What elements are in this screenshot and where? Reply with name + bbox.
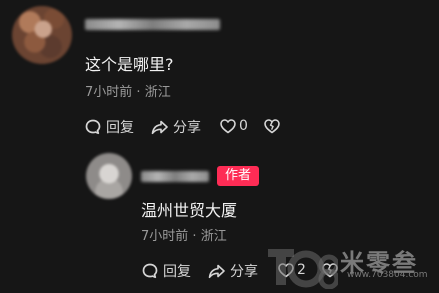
reply-label: 回复 [163, 264, 191, 280]
broken-heart-icon [263, 117, 281, 135]
speech-bubble-icon [84, 118, 102, 136]
reply-label: 回复 [106, 120, 134, 136]
meta-separator: · [192, 229, 197, 244]
commenter-name-blurred[interactable] [85, 19, 220, 30]
reply-reply-button[interactable]: 回复 [141, 261, 191, 281]
comment-dislike-button[interactable] [263, 117, 281, 135]
comment-meta: 7小时前 · 浙江 [85, 81, 171, 100]
reply-author-avatar[interactable] [86, 153, 132, 199]
comment-time: 7小时前 [85, 85, 133, 100]
watermark-logo-icon [266, 245, 340, 293]
like-count: 0 [239, 118, 248, 134]
reply-text: 温州世贸大厦 [141, 201, 238, 220]
share-label: 分享 [173, 120, 201, 136]
comment-reply-button[interactable]: 回复 [84, 117, 134, 137]
heart-icon [219, 117, 237, 135]
comment-text: 这个是哪里? [85, 55, 174, 74]
watermark-url: www.703804.com [347, 270, 428, 280]
reply-location: 浙江 [200, 229, 227, 244]
commenter-avatar[interactable] [12, 6, 72, 64]
share-arrow-icon [207, 262, 227, 280]
share-label: 分享 [230, 264, 258, 280]
author-badge: 作者 [217, 166, 259, 186]
reply-share-button[interactable]: 分享 [207, 261, 258, 281]
comment-share-button[interactable]: 分享 [150, 117, 201, 137]
share-arrow-icon [150, 118, 170, 136]
comment-location: 浙江 [144, 85, 171, 100]
reply-time: 7小时前 [141, 229, 189, 244]
meta-separator: · [136, 85, 141, 100]
speech-bubble-icon [141, 262, 159, 280]
comment-like-button[interactable]: 0 [219, 117, 248, 135]
reply-meta: 7小时前 · 浙江 [141, 225, 227, 244]
reply-author-name-blurred[interactable] [141, 171, 209, 182]
